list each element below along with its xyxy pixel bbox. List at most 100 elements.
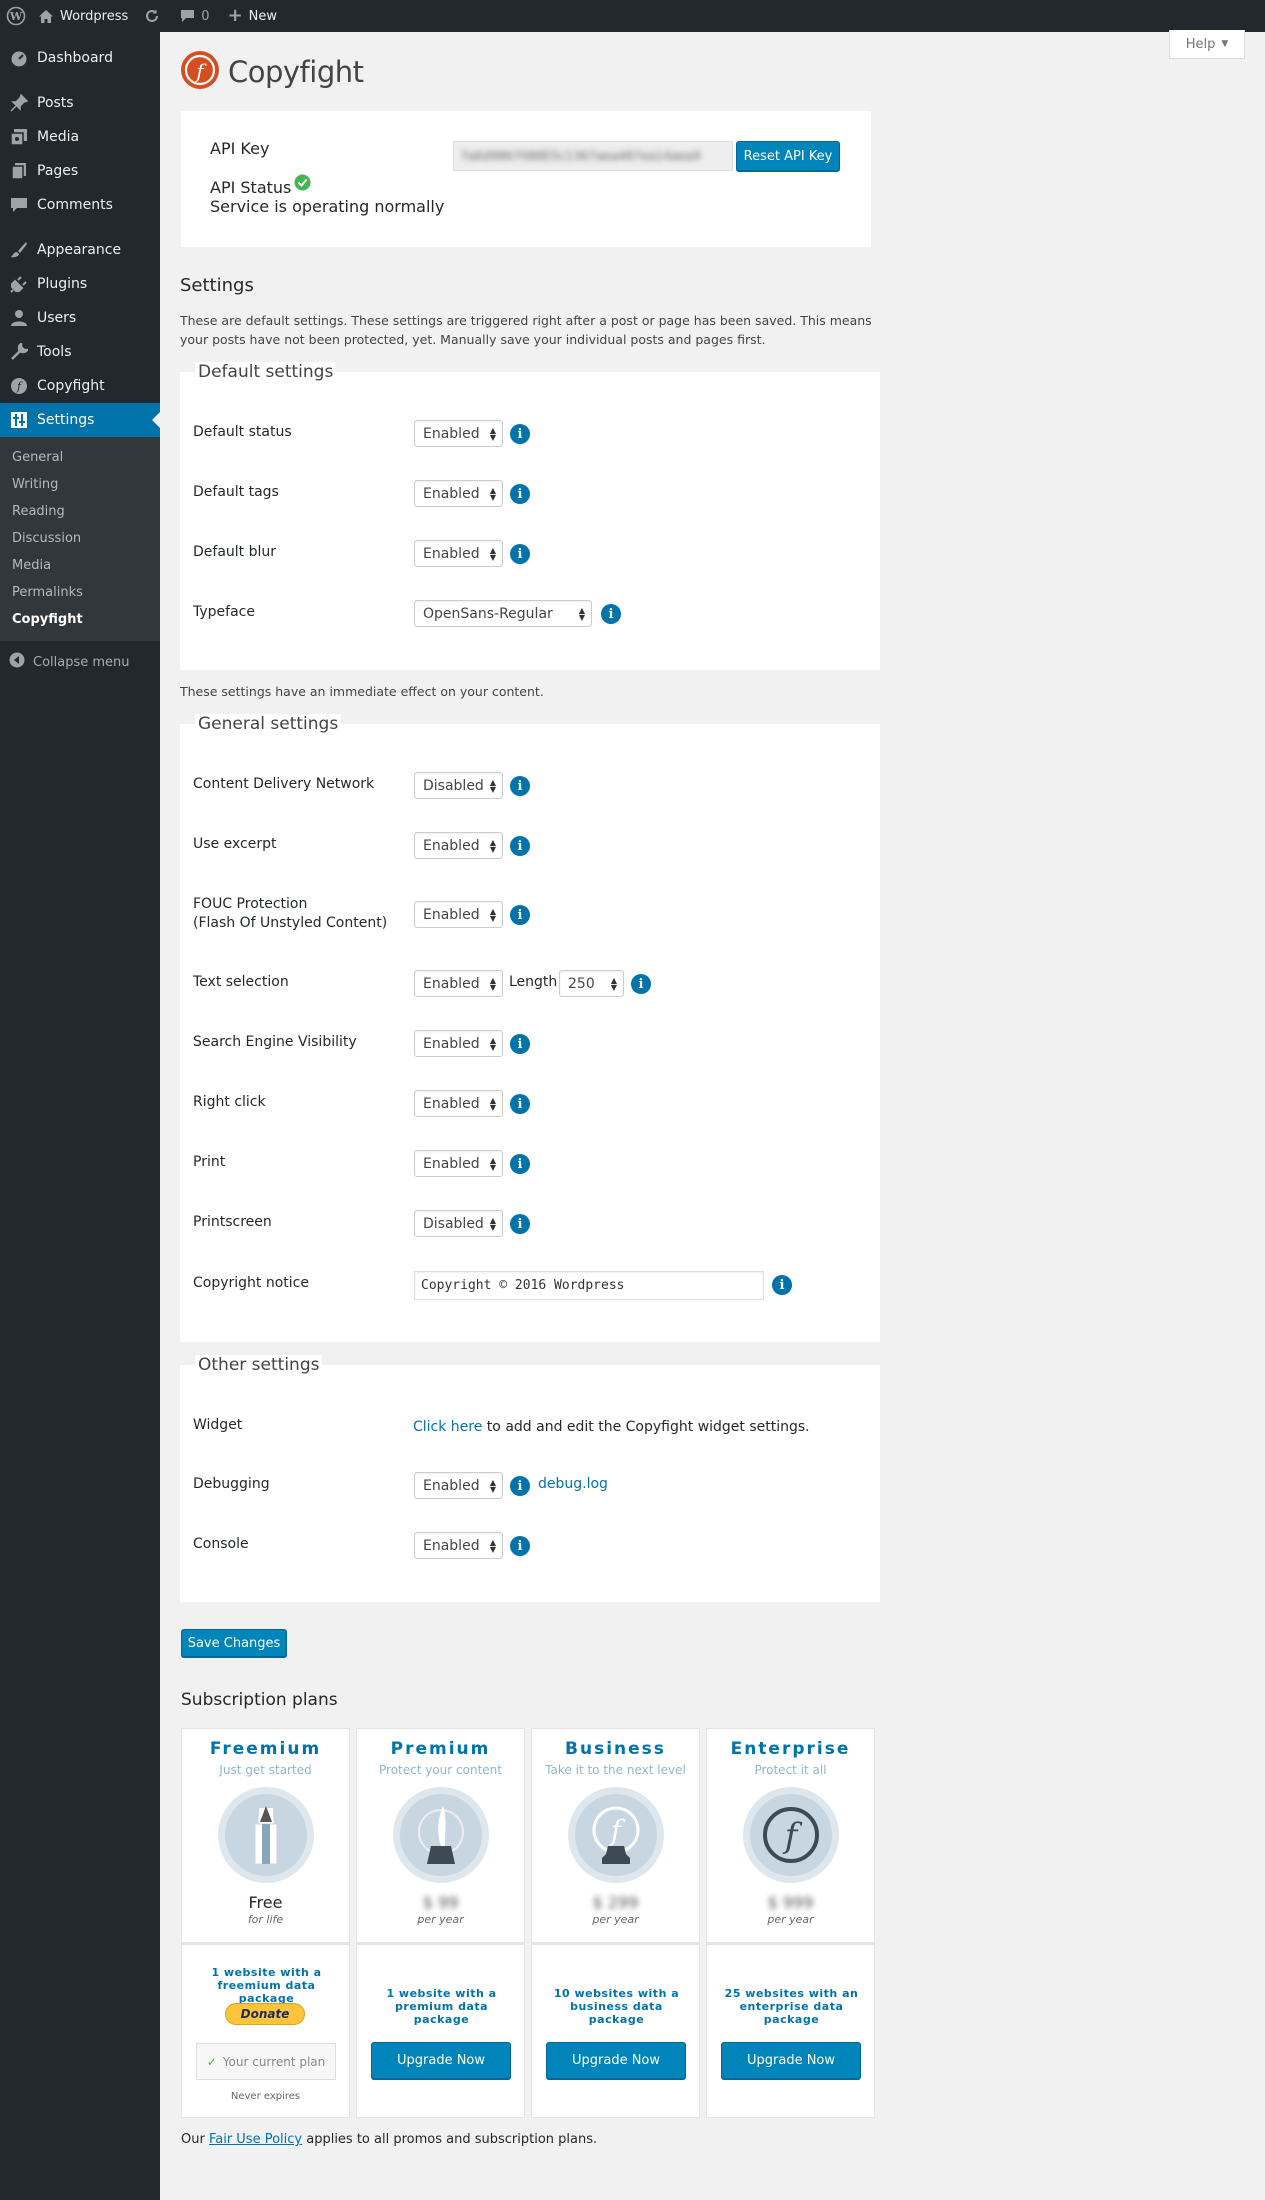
upgrade-premium-button[interactable]: Upgrade Now (371, 2042, 511, 2079)
site-name: Wordpress (60, 8, 129, 24)
api-status-title: API Status (210, 178, 292, 197)
info-icon[interactable]: i (772, 1275, 792, 1295)
console-select[interactable]: Enabled ▲ ▼ (414, 1532, 503, 1559)
select-value: Enabled (423, 425, 480, 442)
fair-use-policy-link[interactable]: Fair Use Policy (209, 2132, 302, 2147)
plan-name: Premium (390, 1739, 491, 1759)
copyfight-logo-icon: f (180, 50, 220, 94)
right-click-select[interactable]: Enabled ▲ ▼ (414, 1090, 503, 1117)
menu-settings[interactable]: Settings (0, 403, 160, 437)
plan-feature-line1: 1 website with a (386, 1987, 497, 2000)
plan-feature-line2: freemium data package (217, 1979, 316, 2005)
submenu-general[interactable]: General (0, 444, 160, 471)
comments-link[interactable]: 0 (168, 0, 217, 32)
select-value: Enabled (423, 906, 480, 923)
debugging-select[interactable]: Enabled ▲ ▼ (414, 1472, 503, 1499)
new-content-link[interactable]: + New (218, 0, 285, 32)
plan-feature-line1: 10 websites with a (553, 1987, 680, 2000)
widget-click-here-link[interactable]: Click here (413, 1419, 482, 1435)
submenu-reading[interactable]: Reading (0, 498, 160, 525)
plan-header: Freemium Just get started Free for life (181, 1728, 350, 1943)
menu-tools[interactable]: Tools (0, 335, 160, 369)
debug-log-link[interactable]: debug.log (538, 1476, 608, 1492)
updates-link[interactable] (136, 0, 168, 32)
help-tab-button[interactable]: Help ▼ (1169, 30, 1245, 59)
printscreen-select[interactable]: Disabled ▲ ▼ (414, 1210, 503, 1237)
default-status-select[interactable]: Enabled ▲ ▼ (414, 420, 503, 447)
wordpress-logo-icon[interactable]: W (0, 0, 32, 32)
menu-copyfight[interactable]: f Copyfight (0, 369, 160, 403)
page-icon (9, 161, 29, 181)
default-blur-select[interactable]: Enabled ▲ ▼ (414, 540, 503, 567)
select-value: Enabled (423, 1095, 480, 1112)
select-value: Enabled (423, 1477, 480, 1494)
search-engine-visibility-select[interactable]: Enabled ▲ ▼ (414, 1030, 503, 1057)
plan-price: $ 999 (767, 1893, 814, 1912)
text-selection-label: Text selection (193, 974, 289, 990)
info-icon[interactable]: i (510, 1536, 530, 1556)
menu-appearance[interactable]: Appearance (0, 233, 160, 267)
menu-posts[interactable]: Posts (0, 86, 160, 120)
info-icon[interactable]: i (510, 544, 530, 564)
info-icon[interactable]: i (631, 974, 651, 994)
select-arrows-icon: ▲ ▼ (489, 1156, 496, 1172)
svg-text:f: f (609, 1814, 626, 1847)
default-tags-select[interactable]: Enabled ▲ ▼ (414, 480, 503, 507)
use-excerpt-select[interactable]: Enabled ▲ ▼ (414, 832, 503, 859)
refresh-icon (144, 8, 160, 24)
site-name-link[interactable]: Wordpress (32, 0, 136, 32)
settings-heading: Settings (180, 275, 254, 296)
info-icon[interactable]: i (510, 484, 530, 504)
typeface-select[interactable]: OpenSans-Regular ▲ ▼ (414, 600, 592, 627)
info-icon[interactable]: i (510, 836, 530, 856)
info-icon[interactable]: i (601, 604, 621, 624)
info-icon[interactable]: i (510, 1034, 530, 1054)
submenu-media[interactable]: Media (0, 552, 160, 579)
text-selection-select[interactable]: Enabled ▲ ▼ (414, 970, 503, 997)
menu-comments[interactable]: Comments (0, 188, 160, 222)
brush-icon (9, 240, 29, 260)
menu-plugins[interactable]: Plugins (0, 267, 160, 301)
settings-description: These are default settings. These settin… (180, 313, 872, 347)
info-icon[interactable]: i (510, 1094, 530, 1114)
cdn-select[interactable]: Disabled ▲ ▼ (414, 772, 503, 799)
menu-users[interactable]: Users (0, 301, 160, 335)
fouc-select[interactable]: Enabled ▲ ▼ (414, 901, 503, 928)
print-select[interactable]: Enabled ▲ ▼ (414, 1150, 503, 1177)
menu-media[interactable]: Media (0, 120, 160, 154)
copyright-notice-input[interactable]: Copyright © 2016 Wordpress (414, 1271, 764, 1300)
menu-dashboard[interactable]: Dashboard (0, 41, 160, 75)
upgrade-enterprise-button[interactable]: Upgrade Now (721, 2042, 861, 2079)
right-click-label: Right click (193, 1094, 266, 1110)
wrench-icon (9, 342, 29, 362)
info-icon[interactable]: i (510, 1476, 530, 1496)
collapse-menu-button[interactable]: Collapse menu (0, 645, 160, 679)
select-value: OpenSans-Regular (423, 605, 553, 622)
info-icon[interactable]: i (510, 776, 530, 796)
settings-submenu: General Writing Reading Discussion Media… (0, 437, 160, 641)
info-icon[interactable]: i (510, 1214, 530, 1234)
plan-period: per year (592, 1913, 639, 1926)
donate-button[interactable]: Donate (225, 2003, 305, 2025)
svg-text:f: f (782, 1816, 803, 1856)
info-icon[interactable]: i (510, 424, 530, 444)
select-arrows-icon: ▲ ▼ (489, 1096, 496, 1112)
submenu-discussion[interactable]: Discussion (0, 525, 160, 552)
info-icon[interactable]: i (510, 905, 530, 925)
api-key-label: API Key (210, 139, 270, 158)
select-arrows-icon: ▲ ▼ (489, 1538, 496, 1554)
menu-pages[interactable]: Pages (0, 154, 160, 188)
submenu-copyfight[interactable]: Copyfight (0, 606, 160, 633)
save-changes-button[interactable]: Save Changes (181, 1629, 287, 1657)
api-key-field[interactable]: 7a6d9867088E5c1367aea487ea14aea9 (453, 141, 733, 171)
submenu-writing[interactable]: Writing (0, 471, 160, 498)
media-icon (9, 127, 29, 147)
general-settings-panel: General settings Content Delivery Networ… (180, 714, 880, 1342)
checkmark-icon: ✓ (206, 2054, 217, 2069)
submenu-permalinks[interactable]: Permalinks (0, 579, 160, 606)
upgrade-business-button[interactable]: Upgrade Now (546, 2042, 686, 2079)
info-icon[interactable]: i (510, 1154, 530, 1174)
reset-api-key-button[interactable]: Reset API Key (736, 141, 840, 171)
length-select[interactable]: 250 ▲ ▼ (559, 970, 624, 997)
select-value: Disabled (423, 777, 484, 794)
